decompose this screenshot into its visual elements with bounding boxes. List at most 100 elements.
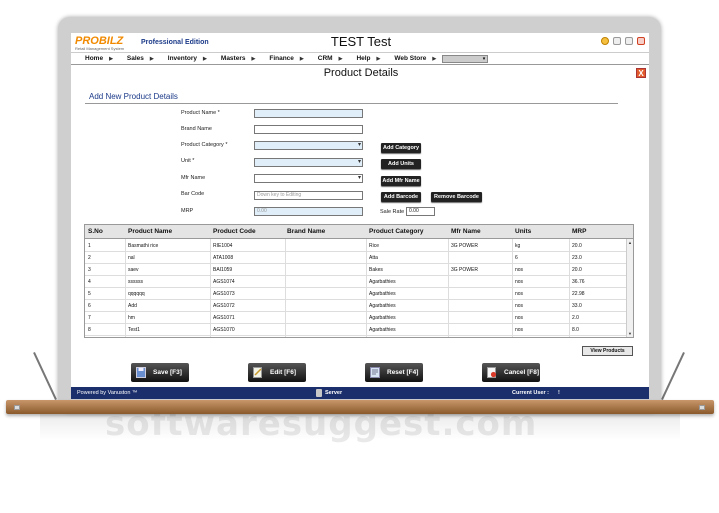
table-row[interactable]: 3 saev BAI1059 Bakes 3G POWER nos 20.0: [85, 264, 626, 276]
shelf-bracket-right: [661, 352, 685, 400]
menu-web-store[interactable]: Web Store ▶: [394, 55, 436, 62]
col-sno[interactable]: S.No: [88, 228, 103, 235]
arrow-right-icon: ▶: [432, 55, 437, 62]
table-row[interactable]: 5 qqqqqq AGS1073 Agarbathies nos 22.98: [85, 288, 626, 300]
unit-select[interactable]: [254, 158, 363, 167]
wooden-shelf: [6, 400, 714, 414]
product-table: S.No Product Name Product Code Brand Nam…: [84, 224, 634, 338]
table-cell: 23.0: [572, 255, 582, 261]
table-cell: 5: [88, 291, 91, 297]
cancel-button[interactable]: Cancel [F8]: [482, 363, 540, 382]
table-cell: 7: [88, 315, 91, 321]
table-cell: 2: [88, 255, 91, 261]
mrp-input[interactable]: 0.00: [254, 207, 363, 216]
column-divider: [512, 239, 513, 337]
cancel-icon: [487, 367, 497, 378]
col-mfr-name[interactable]: Mfr Name: [451, 228, 481, 235]
help-icon[interactable]: [601, 37, 609, 45]
table-cell: nos: [515, 327, 524, 333]
arrow-right-icon: ▶: [251, 55, 256, 62]
brand-name-input[interactable]: [254, 125, 363, 134]
save-button[interactable]: Save [F3]: [131, 363, 189, 382]
menu-crm[interactable]: CRM ▶: [318, 55, 343, 62]
menu-masters[interactable]: Masters ▶: [221, 55, 255, 62]
barcode-label: Bar Code: [181, 191, 205, 197]
close-window-icon[interactable]: [637, 37, 645, 45]
sale-rate-input[interactable]: 0.00: [406, 207, 435, 216]
col-product-name[interactable]: Product Name: [128, 228, 172, 235]
table-cell: AGS1070: [213, 327, 235, 333]
table-cell: Basmathi rice: [128, 243, 159, 249]
product-name-input[interactable]: [254, 109, 363, 118]
reset-button[interactable]: Reset [F4]: [365, 363, 423, 382]
table-row[interactable]: 4 ssssss AGS1074 Agarbathies nos 36.76: [85, 276, 626, 288]
app-logo: PROBILZ Retail Management System: [75, 35, 125, 51]
table-cell: AGS1073: [213, 291, 235, 297]
mfr-select[interactable]: [254, 174, 363, 183]
add-barcode-button[interactable]: Add Barcode: [381, 192, 421, 202]
column-divider: [210, 239, 211, 337]
edit-icon: [253, 367, 262, 378]
table-cell: 1: [88, 243, 91, 249]
table-cell: 6: [88, 303, 91, 309]
title-bar: PROBILZ Retail Management System Professi…: [71, 33, 649, 51]
menu-help[interactable]: Help ▶: [356, 55, 380, 62]
table-row[interactable]: 7 hm AGS1071 Agarbathies nos 2.0: [85, 312, 626, 324]
save-icon: [136, 367, 146, 378]
table-cell: 3G POWER: [451, 267, 478, 273]
table-cell: Agarbathies: [369, 315, 396, 321]
table-cell: 8.0: [572, 327, 579, 333]
menu-dropdown[interactable]: ▾: [442, 54, 489, 63]
menu-finance[interactable]: Finance ▶: [269, 55, 303, 62]
menu-home[interactable]: Home ▶: [85, 55, 113, 62]
col-mrp[interactable]: MRP: [572, 228, 586, 235]
view-products-button[interactable]: View Products: [582, 346, 633, 356]
add-category-button[interactable]: Add Category: [381, 143, 421, 153]
close-icon[interactable]: X: [636, 68, 646, 78]
table-cell: Agarbathies: [369, 279, 396, 285]
table-row[interactable]: 8 Test1 AGS1070 Agarbathies nos 8.0: [85, 324, 626, 336]
col-units[interactable]: Units: [515, 228, 531, 235]
table-cell: saev: [128, 267, 139, 273]
add-units-button[interactable]: Add Units: [381, 159, 421, 169]
table-scrollbar[interactable]: ▲ ▼: [626, 239, 633, 337]
menu-sales[interactable]: Sales ▶: [127, 55, 154, 62]
arrow-right-icon: ▶: [338, 55, 343, 62]
current-user-label: Current User :: [512, 390, 549, 396]
table-cell: Rice: [369, 243, 380, 249]
table-cell: 6: [515, 255, 518, 261]
minimize-icon[interactable]: [613, 37, 621, 45]
scroll-down-icon[interactable]: ▼: [628, 331, 632, 336]
table-row[interactable]: 6 Add AGS1072 Agarbathies nos 33.0: [85, 300, 626, 312]
table-cell: nos: [515, 279, 524, 285]
col-brand-name[interactable]: Brand Name: [287, 228, 325, 235]
col-product-code[interactable]: Product Code: [213, 228, 256, 235]
table-cell: BAI1059: [213, 267, 233, 273]
table-cell: qqqqqq: [128, 291, 145, 297]
category-select[interactable]: [254, 141, 363, 150]
table-cell: 36.76: [572, 279, 585, 285]
sale-rate-label: Sale Rate: [380, 209, 405, 215]
add-mfr-button[interactable]: Add Mfr Name: [381, 176, 421, 186]
table-cell: 2.0: [572, 315, 579, 321]
mfr-label: Mfr Name: [181, 175, 206, 181]
menu-inventory[interactable]: Inventory ▶: [168, 55, 207, 62]
shelf-pin-left: [14, 405, 20, 410]
maximize-icon[interactable]: [625, 37, 633, 45]
table-row[interactable]: 1 Basmathi rice RIE1004 Rice 3G POWER kg 20.0: [85, 240, 626, 252]
table-cell: 8: [88, 327, 91, 333]
scroll-up-icon[interactable]: ▲: [628, 240, 632, 245]
category-label: Product Category *: [181, 142, 228, 148]
arrow-right-icon: ▶: [203, 55, 207, 62]
barcode-input[interactable]: Down key to Editing: [254, 191, 363, 200]
section-title: Add New Product Details: [89, 92, 178, 101]
table-cell: AGS1074: [213, 279, 235, 285]
table-cell: kg: [515, 243, 521, 249]
edit-button[interactable]: Edit [F6]: [248, 363, 306, 382]
remove-barcode-button[interactable]: Remove Barcode: [431, 192, 482, 202]
table-row[interactable]: 2 nal ATA1008 Atta 6 23.0: [85, 252, 626, 264]
arrow-right-icon: ▶: [376, 55, 381, 62]
powered-by: Powered by Vanuston ™: [77, 390, 138, 396]
col-product-category[interactable]: Product Category: [369, 228, 424, 235]
table-cell: hm: [128, 315, 135, 321]
